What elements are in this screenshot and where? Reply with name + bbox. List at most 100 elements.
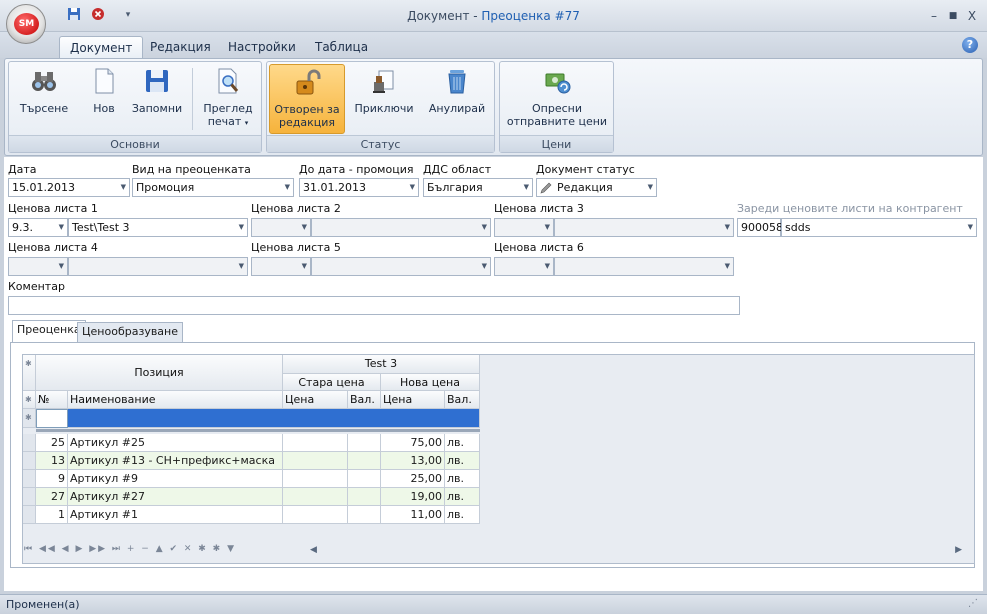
cell-new-price[interactable]: 25,00 — [381, 470, 445, 488]
cell-new-price[interactable]: 19,00 — [381, 488, 445, 506]
cell-old-price[interactable] — [283, 470, 348, 488]
row-indicator — [23, 470, 36, 488]
maximize-button[interactable]: ■ — [945, 8, 961, 24]
save-button[interactable]: Запомни — [128, 64, 186, 136]
minimize-button[interactable]: – — [926, 8, 942, 24]
col-new-price[interactable]: Цена — [381, 391, 445, 409]
status-select[interactable]: Редакция ▼ — [536, 178, 657, 197]
cell-old-price[interactable] — [283, 488, 348, 506]
app-menu-button[interactable]: SM — [6, 4, 46, 44]
col-new-currency[interactable]: Вал. — [445, 391, 480, 409]
cell-new-currency[interactable]: лв. — [445, 470, 480, 488]
search-button[interactable]: Търсене — [14, 64, 74, 136]
pricelist3-name-select[interactable]: ▼ — [554, 218, 734, 237]
cell-no[interactable]: 1 — [36, 506, 68, 524]
chevron-down-icon: ▼ — [647, 183, 653, 191]
col-old-currency[interactable]: Вал. — [348, 391, 381, 409]
cell-old-currency[interactable] — [348, 434, 381, 452]
tab-pricing[interactable]: Ценообразуване — [77, 322, 184, 342]
comment-field[interactable] — [8, 296, 740, 315]
new-button[interactable]: Нов — [86, 64, 122, 136]
cell-old-price[interactable] — [283, 434, 348, 452]
partner-code-field[interactable]: 900058 — [737, 218, 783, 237]
cell-new-currency[interactable]: лв. — [445, 506, 480, 524]
cell-new-currency[interactable]: лв. — [445, 434, 480, 452]
dropdown-arrow-icon: ▾ — [244, 119, 249, 127]
pricelist5-name-select[interactable]: ▼ — [311, 257, 491, 276]
cell-no[interactable]: 25 — [36, 434, 68, 452]
pricelist4-name-select[interactable]: ▼ — [68, 257, 248, 276]
cell-no[interactable]: 27 — [36, 488, 68, 506]
partner-name-select[interactable]: sdds ▼ — [781, 218, 977, 237]
cell-name[interactable]: Артикул #13 - СН+префикс+маска — [68, 452, 283, 470]
tab-settings[interactable]: Настройки — [218, 36, 306, 58]
pricelist3-code-select[interactable]: ▼ — [494, 218, 554, 237]
chevron-down-icon: ▼ — [238, 223, 244, 231]
pricelist5-code-select[interactable]: ▼ — [251, 257, 311, 276]
pricelist2-code-select[interactable]: ▼ — [251, 218, 311, 237]
cell-old-currency[interactable] — [348, 470, 381, 488]
app-logo-icon: SM — [14, 13, 39, 35]
finish-button[interactable]: Приключи — [350, 64, 418, 136]
open-for-edit-button[interactable]: Отворен за редакция — [269, 64, 345, 134]
row-indicator — [23, 506, 36, 524]
grid-navigator[interactable]: ⏮ ◀◀ ◀ ▶ ▶▶ ⏭ + − ▲ ✔ ✕ ✱ ✱ ▼ — [24, 544, 274, 560]
quick-close-icon[interactable] — [90, 7, 106, 23]
chevron-down-icon: ▼ — [301, 223, 307, 231]
help-icon[interactable]: ? — [962, 37, 978, 53]
col-name[interactable]: Наименование — [68, 391, 283, 409]
cell-new-currency[interactable]: лв. — [445, 488, 480, 506]
tab-revaluation[interactable]: Преоценка — [12, 320, 86, 342]
refresh-prices-button[interactable]: Опресни отправните цени — [506, 64, 608, 136]
cell-name[interactable]: Артикул #27 — [68, 488, 283, 506]
cell-name[interactable]: Артикул #1 — [68, 506, 283, 524]
cell-name[interactable]: Артикул #9 — [68, 470, 283, 488]
pricelist1-code-select[interactable]: 9.3. ▼ — [8, 218, 68, 237]
pricelist6-code-select[interactable]: ▼ — [494, 257, 554, 276]
chevron-down-icon: ▼ — [301, 262, 307, 270]
band-pricelist: Test 3 — [283, 355, 480, 374]
cell-new-price[interactable]: 13,00 — [381, 452, 445, 470]
grid-filter-icon[interactable]: ✱ — [23, 391, 36, 409]
pricelist1-name-select[interactable]: Test\Test 3 ▼ — [68, 218, 248, 237]
cell-old-price[interactable] — [283, 452, 348, 470]
status-text: Променен(а) — [6, 598, 80, 611]
tab-document[interactable]: Документ — [59, 36, 144, 58]
tab-table[interactable]: Таблица — [305, 36, 378, 58]
col-no[interactable]: № — [36, 391, 68, 409]
pricelist2-name-select[interactable]: ▼ — [311, 218, 491, 237]
tab-edit[interactable]: Редакция — [140, 36, 221, 58]
cell-old-currency[interactable] — [348, 506, 381, 524]
cell-new-price[interactable]: 75,00 — [381, 434, 445, 452]
vat-select[interactable]: България ▼ — [423, 178, 533, 197]
pricelist6-name-select[interactable]: ▼ — [554, 257, 734, 276]
quick-access-dropdown-icon[interactable]: ▾ — [120, 7, 136, 23]
col-old-price[interactable]: Цена — [283, 391, 348, 409]
pricelist6-label: Ценова листа 6 — [494, 241, 584, 254]
cell-name[interactable]: Артикул #25 — [68, 434, 283, 452]
close-button[interactable]: X — [964, 8, 980, 24]
type-select[interactable]: Промоция ▼ — [132, 178, 294, 197]
cell-no[interactable]: 9 — [36, 470, 68, 488]
cell-new-price[interactable]: 11,00 — [381, 506, 445, 524]
new-row-divider — [36, 429, 480, 432]
cancel-doc-button[interactable]: Анулирай — [424, 64, 490, 136]
pricelist4-code-select[interactable]: ▼ — [8, 257, 68, 276]
horizontal-scrollbar[interactable]: ◀ ▶ — [310, 545, 962, 558]
new-row-selection[interactable] — [68, 409, 480, 428]
print-preview-button[interactable]: Преглед печат ▾ — [198, 64, 258, 136]
recycle-bin-icon — [448, 70, 466, 94]
resize-grip-icon[interactable]: ⋰ — [968, 598, 978, 609]
cell-old-currency[interactable] — [348, 452, 381, 470]
grid-corner-icon[interactable]: ✱ — [23, 355, 36, 391]
cell-no[interactable]: 13 — [36, 452, 68, 470]
quick-save-icon[interactable] — [66, 7, 82, 23]
new-row-no-input[interactable] — [36, 409, 68, 428]
until-date-field[interactable]: 31.01.2013 ▼ — [299, 178, 419, 197]
cell-old-price[interactable] — [283, 506, 348, 524]
scroll-left-icon[interactable]: ◀ — [310, 545, 317, 555]
scroll-right-icon[interactable]: ▶ — [955, 545, 962, 555]
cell-new-currency[interactable]: лв. — [445, 452, 480, 470]
cell-old-currency[interactable] — [348, 488, 381, 506]
date-field[interactable]: 15.01.2013 ▼ — [8, 178, 130, 197]
